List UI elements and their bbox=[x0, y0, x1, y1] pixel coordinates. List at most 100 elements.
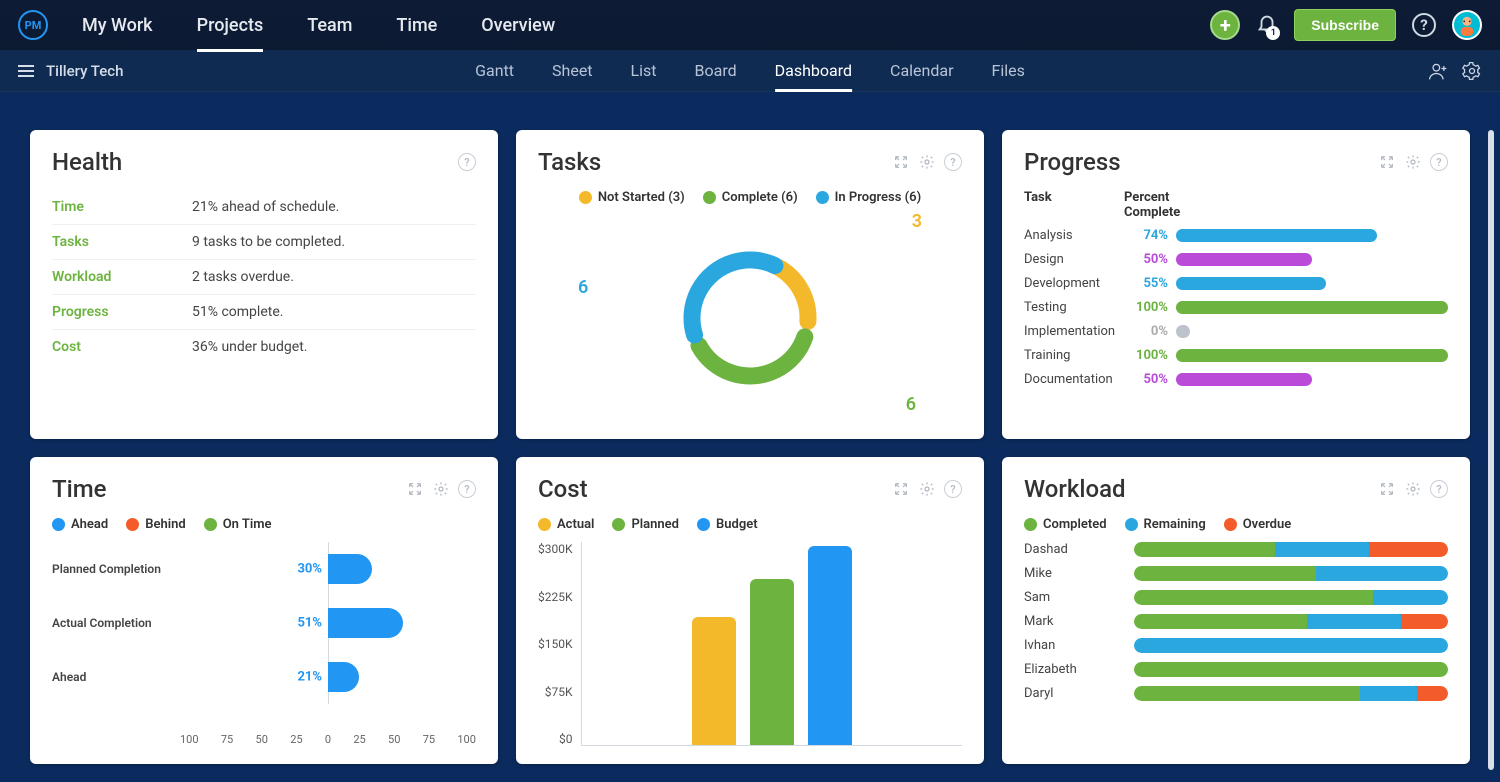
gear-icon[interactable] bbox=[918, 480, 936, 498]
legend-item: Behind bbox=[126, 517, 185, 532]
progress-name: Analysis bbox=[1024, 228, 1124, 243]
gear-icon[interactable] bbox=[1404, 153, 1422, 171]
view-tab-gantt[interactable]: Gantt bbox=[475, 52, 514, 89]
legend-item: Ahead bbox=[52, 517, 108, 532]
legend-item: Complete (6) bbox=[703, 190, 798, 205]
gear-icon[interactable] bbox=[432, 480, 450, 498]
health-label: Cost bbox=[52, 339, 192, 355]
expand-icon[interactable] bbox=[892, 153, 910, 171]
time-legend: Ahead Behind On Time bbox=[52, 517, 476, 532]
view-tab-files[interactable]: Files bbox=[992, 52, 1025, 89]
legend-label: Planned bbox=[631, 517, 679, 532]
notifications-button[interactable]: 1 bbox=[1256, 12, 1278, 38]
workload-name: Ivhan bbox=[1024, 638, 1134, 653]
workload-name: Sam bbox=[1024, 590, 1134, 605]
settings-icon[interactable] bbox=[1462, 61, 1482, 81]
legend-label: On Time bbox=[223, 517, 272, 532]
donut-label-top: 3 bbox=[912, 211, 922, 232]
legend-item: Remaining bbox=[1125, 517, 1206, 532]
progress-bar bbox=[1176, 301, 1448, 314]
help-icon[interactable]: ? bbox=[458, 480, 476, 498]
view-tab-calendar[interactable]: Calendar bbox=[890, 52, 953, 89]
add-user-icon[interactable] bbox=[1428, 61, 1448, 81]
workload-name: Mark bbox=[1024, 614, 1134, 629]
progress-card: Progress ? Task Percent Complete Analysi… bbox=[1002, 130, 1470, 439]
nav-tab-time[interactable]: Time bbox=[396, 3, 437, 48]
help-icon[interactable]: ? bbox=[1430, 480, 1448, 498]
legend-swatch bbox=[204, 518, 217, 531]
view-tab-board[interactable]: Board bbox=[695, 52, 737, 89]
help-icon[interactable]: ? bbox=[944, 153, 962, 171]
time-row: Planned Completion 30% bbox=[52, 542, 476, 596]
health-row: Tasks 9 tasks to be completed. bbox=[52, 225, 476, 260]
legend-item: Completed bbox=[1024, 517, 1107, 532]
subscribe-button[interactable]: Subscribe bbox=[1294, 9, 1396, 41]
help-icon[interactable]: ? bbox=[458, 153, 476, 171]
health-row: Workload 2 tasks overdue. bbox=[52, 260, 476, 295]
workload-seg bbox=[1134, 590, 1373, 605]
time-row-label: Actual Completion bbox=[52, 616, 180, 630]
gear-icon[interactable] bbox=[1404, 480, 1422, 498]
nav-tab-projects[interactable]: Projects bbox=[197, 3, 264, 48]
view-tab-list[interactable]: List bbox=[631, 52, 657, 89]
progress-pct: 50% bbox=[1124, 372, 1176, 387]
view-tab-dashboard[interactable]: Dashboard bbox=[775, 52, 852, 89]
legend-swatch bbox=[1224, 518, 1237, 531]
card-title: Cost bbox=[538, 475, 588, 503]
time-bar bbox=[328, 554, 372, 584]
legend-item: Actual bbox=[538, 517, 594, 532]
dashboard-area: Health ? Time 21% ahead of schedule. Tas… bbox=[0, 92, 1500, 782]
time-row: Actual Completion 51% bbox=[52, 596, 476, 650]
health-value: 36% under budget. bbox=[192, 339, 307, 355]
axis-tick: 75 bbox=[221, 733, 233, 746]
help-icon[interactable]: ? bbox=[1430, 153, 1448, 171]
workload-seg bbox=[1134, 542, 1275, 557]
progress-bar bbox=[1176, 277, 1448, 290]
axis-tick: $0 bbox=[538, 732, 573, 746]
nav-tab-overview[interactable]: Overview bbox=[481, 3, 555, 48]
progress-row: Documentation 50% bbox=[1024, 372, 1448, 387]
view-tab-sheet[interactable]: Sheet bbox=[552, 52, 593, 89]
col-percent: Percent Complete bbox=[1124, 190, 1184, 220]
user-avatar[interactable] bbox=[1452, 10, 1482, 40]
workload-seg bbox=[1401, 614, 1448, 629]
legend-label: Behind bbox=[145, 517, 185, 532]
cost-y-axis: $300K$225K$150K$75K$0 bbox=[538, 542, 581, 746]
legend-label: Actual bbox=[557, 517, 594, 532]
project-name[interactable]: Tillery Tech bbox=[46, 62, 123, 80]
progress-row: Implementation 0% bbox=[1024, 324, 1448, 339]
expand-icon[interactable] bbox=[406, 480, 424, 498]
workload-seg bbox=[1373, 590, 1448, 605]
expand-icon[interactable] bbox=[1378, 153, 1396, 171]
progress-pct: 74% bbox=[1124, 228, 1176, 243]
health-rows: Time 21% ahead of schedule. Tasks 9 task… bbox=[52, 190, 476, 364]
logo[interactable]: PM bbox=[18, 10, 48, 40]
progress-name: Implementation bbox=[1024, 324, 1124, 339]
add-button[interactable]: + bbox=[1210, 10, 1240, 40]
card-title: Time bbox=[52, 475, 107, 503]
nav-tab-team[interactable]: Team bbox=[307, 3, 352, 48]
health-label: Progress bbox=[52, 304, 192, 320]
axis-tick: $150K bbox=[538, 637, 573, 651]
gear-icon[interactable] bbox=[918, 153, 936, 171]
menu-toggle-button[interactable] bbox=[18, 65, 34, 77]
expand-icon[interactable] bbox=[1378, 480, 1396, 498]
time-pct: 21% bbox=[297, 670, 328, 685]
workload-row: Mark bbox=[1024, 614, 1448, 629]
workload-rows: Dashad Mike Sam Mark Ivhan Elizabeth Dar… bbox=[1024, 542, 1448, 710]
legend-label: Ahead bbox=[71, 517, 108, 532]
legend-label: Budget bbox=[716, 517, 758, 532]
workload-seg bbox=[1134, 686, 1360, 701]
workload-bar bbox=[1134, 614, 1448, 629]
nav-tab-my-work[interactable]: My Work bbox=[82, 3, 153, 48]
progress-pct: 55% bbox=[1124, 276, 1176, 291]
expand-icon[interactable] bbox=[892, 480, 910, 498]
tasks-donut: 3 6 6 bbox=[538, 215, 962, 421]
workload-seg bbox=[1134, 614, 1307, 629]
workload-row: Mike bbox=[1024, 566, 1448, 581]
help-icon[interactable]: ? bbox=[944, 480, 962, 498]
scrollbar[interactable] bbox=[1488, 130, 1494, 770]
help-button[interactable]: ? bbox=[1412, 13, 1436, 37]
legend-swatch bbox=[816, 191, 829, 204]
legend-label: Completed bbox=[1043, 517, 1107, 532]
